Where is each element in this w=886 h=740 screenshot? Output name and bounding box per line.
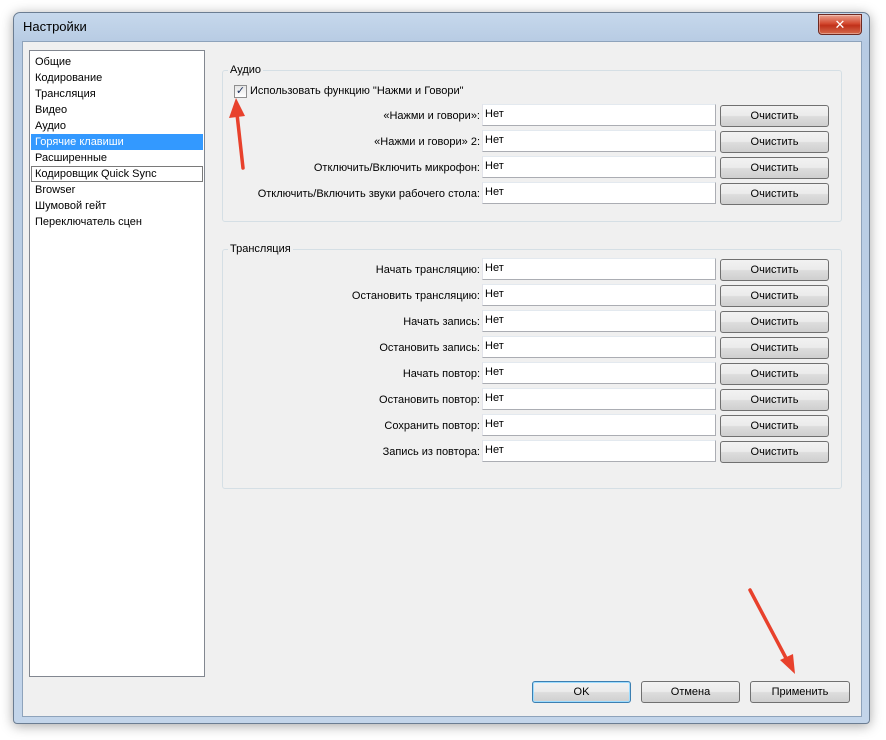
annotation-arrows: [229, 98, 795, 674]
arrow-to-apply-icon: [748, 588, 795, 674]
arrow-to-checkbox-icon: [229, 98, 245, 170]
